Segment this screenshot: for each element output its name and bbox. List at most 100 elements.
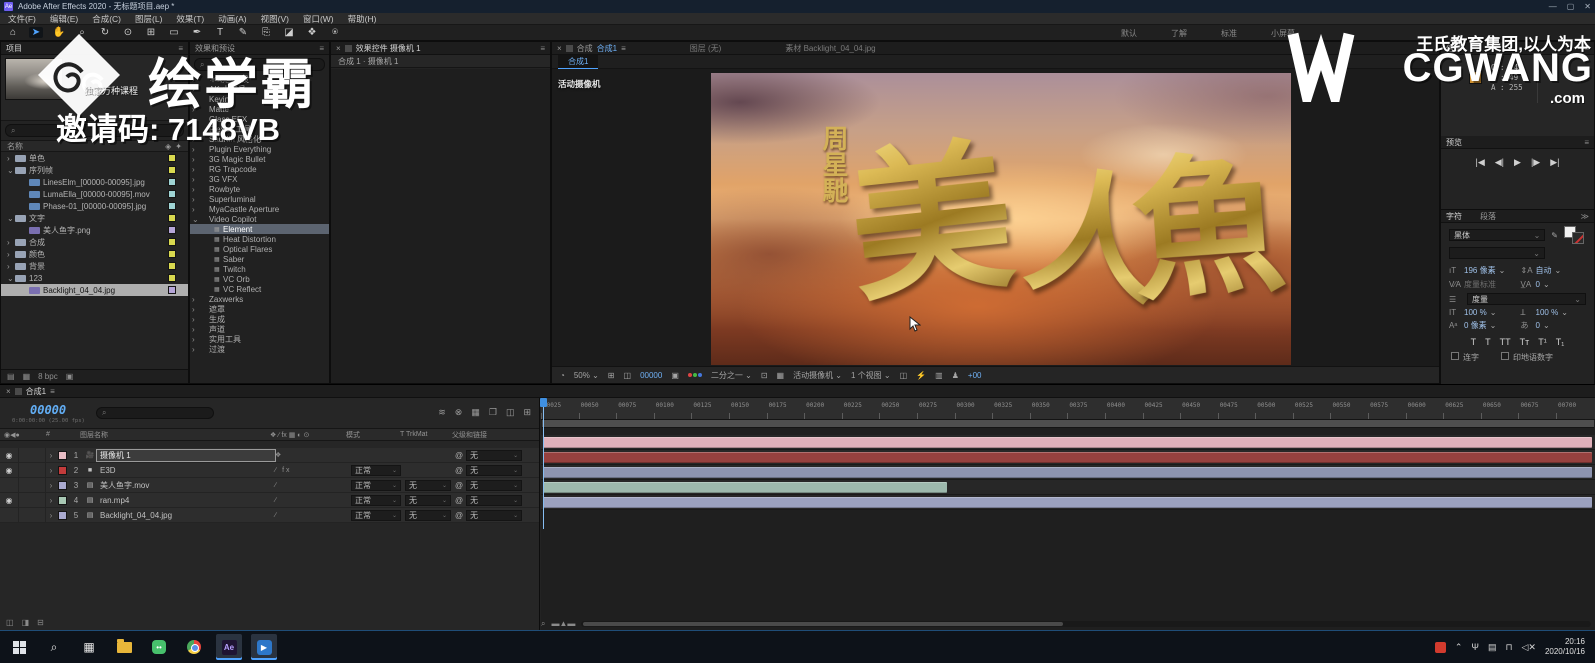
zoom-tool-icon[interactable]: ⌕ [75, 27, 89, 38]
expand-transfer-controls-icon[interactable]: ◨ [22, 618, 30, 627]
ligatures-checkbox[interactable]: 连字 [1451, 352, 1479, 363]
trkmat-dropdown[interactable]: 无 ⌄ [405, 509, 451, 521]
effects-tree-item[interactable]: › Plexus 工具 [190, 124, 329, 134]
timeline-search-input[interactable]: ⌕ [96, 407, 214, 419]
effects-tree-item[interactable]: › RG Trapcode [190, 164, 329, 174]
solo-lock-cells[interactable] [18, 448, 46, 462]
layer-row[interactable]: ◉ › 2 ■ E3D ∕ fx 正常 ⌄ @ 无 ⌄ [0, 463, 539, 478]
tray-expand-icon[interactable]: ⌃ [1455, 642, 1463, 653]
expand-arrow-icon[interactable]: ⌄ [192, 215, 200, 224]
view-layout-dropdown[interactable]: 1 个视图 ⌄ [851, 370, 891, 381]
effects-tree-item[interactable]: ▦ Twitch [190, 264, 329, 274]
viewer-timecode[interactable]: 00000 [640, 371, 662, 380]
label-color-chip[interactable] [168, 202, 176, 210]
microphone-icon[interactable]: Ψ [1471, 642, 1479, 652]
layer-label-chip[interactable] [58, 450, 67, 460]
proportional-spacing-value[interactable]: 0 [1536, 321, 1540, 330]
menu-item[interactable]: 文件(F) [8, 13, 36, 25]
label-color-chip[interactable] [168, 274, 176, 282]
layer-label-chip[interactable] [58, 495, 67, 505]
task-view-icon[interactable]: ▦ [76, 634, 102, 660]
expand-arrow-icon[interactable]: › [192, 195, 200, 204]
panel-menu-icon[interactable]: ≡ [178, 44, 183, 53]
resolution-dropdown[interactable]: 二分之一 ⌄ [711, 370, 752, 381]
eye-icon[interactable]: ◉ [0, 466, 18, 475]
label-color-chip[interactable] [168, 250, 176, 258]
expand-arrow-icon[interactable]: ⌄ [7, 214, 15, 223]
leading-value[interactable]: 自动 [1536, 265, 1552, 276]
menu-item[interactable]: 图层(L) [135, 13, 162, 25]
go-to-end-button[interactable]: ▶| [1550, 157, 1559, 168]
parent-dropdown[interactable]: 无 ⌄ [466, 479, 523, 491]
column-name-label[interactable]: 名称 [7, 141, 23, 152]
eye-icon[interactable]: ◉ [0, 496, 18, 505]
show-channels-icon[interactable] [687, 373, 702, 377]
effects-tree-item[interactable]: ▦ Optical Flares [190, 244, 329, 254]
playhead[interactable] [540, 398, 547, 529]
grid-guides-icon[interactable]: ⊞ [608, 371, 615, 380]
close-icon[interactable]: × [336, 44, 341, 53]
next-frame-button[interactable]: |▶ [1531, 157, 1540, 168]
layer-duration-bar[interactable] [543, 452, 1592, 463]
always-preview-icon[interactable]: ◔ [560, 371, 565, 380]
eyedropper-icon[interactable]: ✎ [1551, 231, 1558, 240]
layer-switches[interactable]: ∕ [275, 512, 351, 519]
scrollbar-thumb[interactable] [583, 621, 1064, 626]
layer-name[interactable]: E3D [97, 466, 275, 475]
media-player-taskbar-icon[interactable]: ▶ [251, 634, 277, 660]
workspace-label[interactable]: 小屏幕 [1271, 28, 1295, 39]
flowchart-icon[interactable]: ♟ [952, 371, 959, 380]
vertical-scale-value[interactable]: 100 % [1464, 308, 1487, 317]
type-tool-icon[interactable]: T [213, 27, 227, 38]
solo-lock-cells[interactable] [18, 478, 46, 492]
effects-tree-item[interactable]: › ＊动画预设 [190, 74, 329, 84]
panel-menu-icon[interactable]: ≡ [50, 387, 55, 396]
taskbar-clock[interactable]: 20:16 2020/10/16 [1545, 637, 1589, 657]
tab-preview[interactable]: 预览 [1446, 137, 1462, 148]
panel-menu-icon[interactable]: ≡ [319, 44, 324, 53]
fast-previews-icon[interactable]: ⚡ [916, 371, 926, 380]
expand-arrow-icon[interactable]: › [192, 345, 200, 354]
tab-project[interactable]: 项目 [6, 43, 22, 54]
solo-lock-cells[interactable] [18, 463, 46, 477]
panel-menu-icon[interactable]: ≡ [621, 44, 626, 53]
text-style-button[interactable]: T [1485, 337, 1491, 347]
effects-tree-item[interactable]: › Superluminal [190, 194, 329, 204]
frame-blending-icon[interactable]: ❐ [489, 407, 497, 418]
panel-menu-icon[interactable]: ≡ [540, 44, 545, 53]
project-item-row[interactable]: ⌄ 123 [1, 272, 188, 284]
snapshot-icon[interactable]: ▣ [671, 371, 679, 380]
project-item-row[interactable]: 美人鱼字.png [1, 224, 188, 236]
tab-paragraph[interactable]: 段落 [1480, 211, 1496, 222]
play-button[interactable]: ▶ [1514, 157, 1521, 168]
project-item-row[interactable]: LinesElm_[00000-00095].jpg [1, 176, 188, 188]
menu-item[interactable]: 帮助(H) [348, 13, 377, 25]
active-comp-chip[interactable]: 合成1 [558, 54, 599, 69]
project-item-row[interactable]: Phase-01_[00000-00095].jpg [1, 200, 188, 212]
effects-tree-item[interactable]: › AK 小工具 [190, 84, 329, 94]
label-color-chip[interactable] [168, 238, 176, 246]
solo-lock-cells[interactable] [18, 493, 46, 507]
text-style-button[interactable]: Tᴛ [1520, 337, 1530, 347]
clipboard-icon[interactable]: ▤ [1488, 642, 1497, 653]
effects-tree-item[interactable]: › 声道 [190, 324, 329, 334]
effects-tree-item[interactable]: › 遮罩 [190, 304, 329, 314]
brush-tool-icon[interactable]: ✎ [236, 27, 250, 38]
effects-tree-item[interactable]: › Plugin Everything [190, 144, 329, 154]
tab-character[interactable]: 字符 [1446, 211, 1462, 222]
layer-row[interactable]: › 5 ▤ Backlight_04_04.jpg ∕ 正常 ⌄ 无 ⌄ @ 无 ⌄ [0, 508, 539, 523]
playhead-handle[interactable] [540, 398, 547, 407]
expand-arrow-icon[interactable]: › [192, 305, 200, 314]
expand-arrow-icon[interactable]: › [192, 315, 200, 324]
layer-expand-arrow-icon[interactable]: › [46, 496, 56, 505]
parent-dropdown[interactable]: 无 ⌄ [466, 509, 523, 521]
camera-tool-icon[interactable]: ⊙ [121, 27, 135, 38]
wechat-icon[interactable]: •• [146, 634, 172, 660]
after-effects-taskbar-icon[interactable]: Ae [216, 634, 242, 660]
composition-canvas[interactable]: 周星馳 美 人 魚 [711, 73, 1291, 365]
close-button[interactable]: ✕ [1584, 2, 1591, 11]
layer-label-chip[interactable] [58, 480, 67, 490]
expand-arrow-icon[interactable]: › [192, 145, 200, 154]
workspace-label[interactable]: 标准 [1221, 28, 1237, 39]
close-icon[interactable]: × [557, 44, 562, 53]
